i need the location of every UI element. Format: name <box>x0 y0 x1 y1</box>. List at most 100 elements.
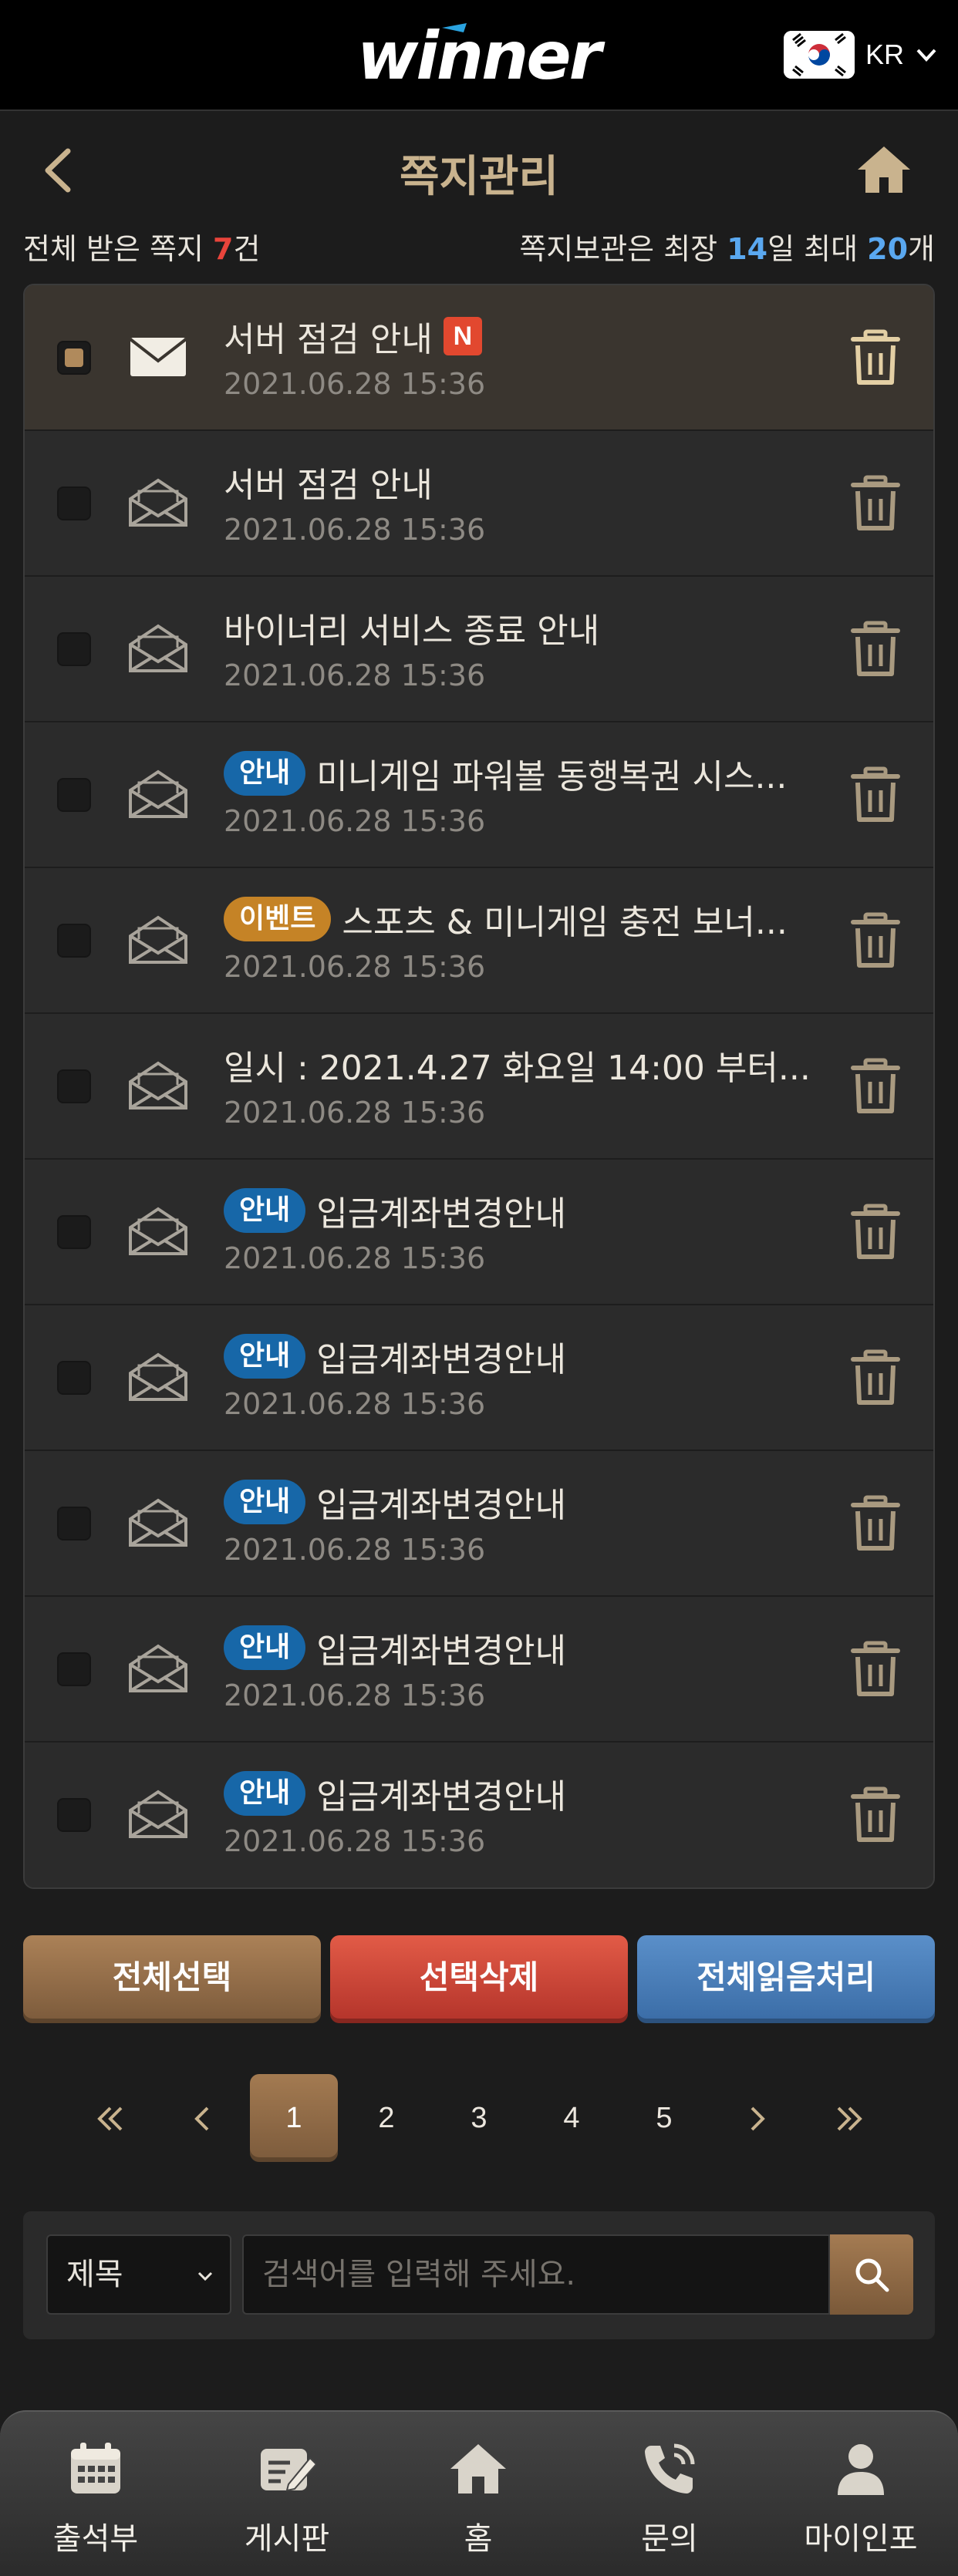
top-bar: winner KR <box>0 0 958 111</box>
message-row[interactable]: 서버 점검 안내 N 2021.06.28 15:36 <box>25 285 933 431</box>
mark-all-read-button[interactable]: 전체읽음처리 <box>637 1935 935 2023</box>
winner-logo[interactable]: winner <box>351 17 605 94</box>
message-checkbox[interactable] <box>57 341 91 375</box>
trash-icon[interactable] <box>848 1640 902 1699</box>
trash-icon[interactable] <box>848 474 902 533</box>
message-row[interactable]: 안내 입금계좌변경안내 2021.06.28 15:36 <box>25 1160 933 1305</box>
double-chevron-left-icon <box>97 2106 123 2131</box>
double-chevron-right-icon <box>837 2106 862 2131</box>
message-date: 2021.06.28 15:36 <box>224 1824 486 1858</box>
message-checkbox[interactable] <box>57 1361 91 1395</box>
page-2-button[interactable]: 2 <box>342 2074 430 2162</box>
category-badge: 안내 <box>224 1334 306 1379</box>
message-date: 2021.06.28 15:36 <box>224 1679 486 1712</box>
first-page-button[interactable] <box>66 2074 154 2162</box>
trash-icon[interactable] <box>848 328 902 387</box>
message-title: 미니게임 파워볼 동행복권 시스... <box>316 757 788 796</box>
message-row[interactable]: 안내 입금계좌변경안내 2021.06.28 15:36 <box>25 1305 933 1451</box>
message-title-line[interactable]: 안내 입금계좌변경안내 <box>224 1625 841 1671</box>
message-checkbox[interactable] <box>57 1652 91 1686</box>
message-checkbox[interactable] <box>57 1507 91 1541</box>
message-checkbox[interactable] <box>57 924 91 958</box>
calendar-icon <box>71 2443 120 2494</box>
trash-icon[interactable] <box>848 1349 902 1407</box>
language-code: KR <box>865 39 904 70</box>
envelope-open-icon <box>129 1790 187 1838</box>
category-badge: 안내 <box>224 1771 306 1816</box>
message-title: 입금계좌변경안내 <box>316 1340 567 1379</box>
message-row[interactable]: 이벤트 스포츠 & 미니게임 충전 보너... 2021.06.28 15:36 <box>25 868 933 1014</box>
message-row[interactable]: 일시 : 2021.4.27 화요일 14:00 부터... 2021.06.28… <box>25 1014 933 1160</box>
prev-page-button[interactable] <box>159 2074 247 2162</box>
board-edit-icon <box>261 2449 316 2492</box>
last-page-button[interactable] <box>805 2074 893 2162</box>
nav-home[interactable]: 홈 <box>383 2412 574 2576</box>
nav-inquiry[interactable]: 문의 <box>574 2412 765 2576</box>
search-icon <box>855 2258 889 2292</box>
category-badge: 안내 <box>224 751 306 796</box>
search-field-select[interactable]: 제목 <box>46 2234 231 2315</box>
home-icon <box>450 2444 506 2494</box>
search-input[interactable] <box>242 2234 830 2315</box>
envelope-closed-icon <box>129 338 187 376</box>
message-checkbox[interactable] <box>57 487 91 520</box>
message-row[interactable]: 바이너리 서비스 종료 안내 2021.06.28 15:36 <box>25 577 933 722</box>
page-1-button[interactable]: 1 <box>250 2074 338 2162</box>
message-title-line[interactable]: 안내 미니게임 파워볼 동행복권 시스... <box>224 750 841 796</box>
message-checkbox[interactable] <box>57 778 91 812</box>
message-title: 서버 점검 안내 <box>224 320 433 359</box>
page-5-button[interactable]: 5 <box>620 2074 708 2162</box>
message-checkbox[interactable] <box>57 1215 91 1249</box>
envelope-open-icon <box>129 624 187 672</box>
message-date: 2021.06.28 15:36 <box>224 367 486 401</box>
next-page-button[interactable] <box>713 2074 801 2162</box>
message-row[interactable]: 안내 입금계좌변경안내 2021.06.28 15:36 <box>25 1597 933 1743</box>
message-checkbox[interactable] <box>57 632 91 666</box>
search-button[interactable] <box>830 2234 913 2315</box>
message-row[interactable]: 서버 점검 안내 2021.06.28 15:36 <box>25 431 933 577</box>
page-4-button[interactable]: 4 <box>528 2074 616 2162</box>
svg-text:winner: winner <box>357 18 605 94</box>
message-title-line[interactable]: 서버 점검 안내 N <box>224 313 841 359</box>
message-date: 2021.06.28 15:36 <box>224 658 486 692</box>
trash-icon[interactable] <box>848 911 902 970</box>
message-row[interactable]: 안내 입금계좌변경안내 2021.06.28 15:36 <box>25 1743 933 1887</box>
message-row[interactable]: 안내 미니게임 파워볼 동행복권 시스... 2021.06.28 15:36 <box>25 722 933 868</box>
message-title: 서버 점검 안내 <box>224 466 433 505</box>
select-all-button[interactable]: 전체선택 <box>23 1935 321 2023</box>
home-icon[interactable] <box>856 143 912 196</box>
language-selector[interactable]: KR <box>784 29 938 80</box>
category-badge: 이벤트 <box>224 897 332 941</box>
trash-icon[interactable] <box>848 1203 902 1261</box>
envelope-open-icon <box>129 1352 187 1401</box>
message-row[interactable]: 안내 입금계좌변경안내 2021.06.28 15:36 <box>25 1451 933 1597</box>
delete-selected-button[interactable]: 선택삭제 <box>330 1935 628 2023</box>
message-title-line[interactable]: 안내 입금계좌변경안내 <box>224 1333 841 1379</box>
page-3-button[interactable]: 3 <box>435 2074 523 2162</box>
message-date: 2021.06.28 15:36 <box>224 804 486 838</box>
trash-icon[interactable] <box>848 1494 902 1553</box>
message-title-line[interactable]: 서버 점검 안내 <box>224 459 841 505</box>
message-title-line[interactable]: 일시 : 2021.4.27 화요일 14:00 부터... <box>224 1042 841 1088</box>
message-title-line[interactable]: 바이너리 서비스 종료 안내 <box>224 604 841 651</box>
trash-icon[interactable] <box>848 620 902 679</box>
message-date: 2021.06.28 15:36 <box>224 1533 486 1567</box>
message-date: 2021.06.28 15:36 <box>224 1387 486 1421</box>
message-title-line[interactable]: 이벤트 스포츠 & 미니게임 충전 보너... <box>224 896 841 942</box>
message-title: 입금계좌변경안내 <box>316 1777 567 1817</box>
nav-myinfo[interactable]: 마이인포 <box>765 2412 956 2576</box>
message-checkbox[interactable] <box>57 1798 91 1832</box>
message-title-line[interactable]: 안내 입금계좌변경안내 <box>224 1770 841 1817</box>
category-badge: 안내 <box>224 1480 306 1524</box>
envelope-open-icon <box>129 1207 187 1255</box>
nav-attendance[interactable]: 출석부 <box>0 2412 191 2576</box>
message-title-line[interactable]: 안내 입금계좌변경안내 <box>224 1479 841 1525</box>
trash-icon[interactable] <box>848 1057 902 1116</box>
korea-flag-icon <box>784 31 855 79</box>
message-title-line[interactable]: 안내 입금계좌변경안내 <box>224 1187 841 1234</box>
trash-icon[interactable] <box>848 766 902 824</box>
nav-board[interactable]: 게시판 <box>191 2412 383 2576</box>
message-checkbox[interactable] <box>57 1069 91 1103</box>
chevron-right-icon <box>751 2106 765 2131</box>
trash-icon[interactable] <box>848 1786 902 1844</box>
